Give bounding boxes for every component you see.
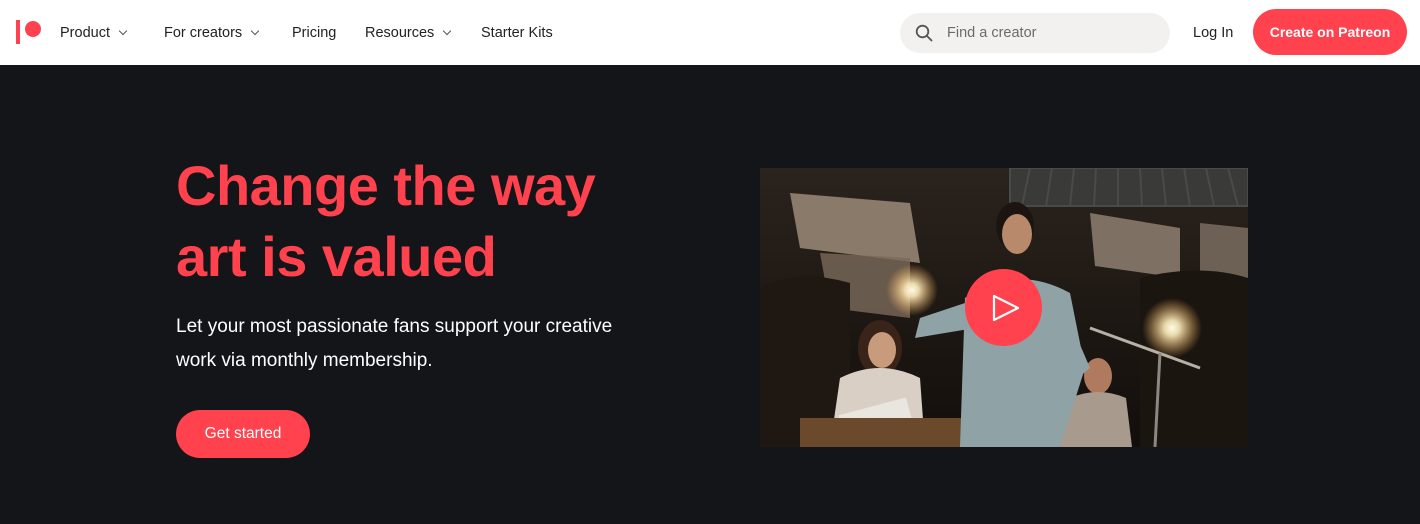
hero-subtitle-line-2: work via monthly membership. bbox=[176, 350, 433, 371]
hero-title-line-2: art is valued bbox=[176, 225, 497, 288]
chevron-down-icon bbox=[443, 26, 452, 36]
get-started-button[interactable]: Get started bbox=[176, 410, 310, 458]
patreon-logo[interactable] bbox=[16, 20, 42, 44]
nav-item-for-creators[interactable]: For creators bbox=[164, 0, 260, 65]
hero-subtitle-line-1: Let your most passionate fans support yo… bbox=[176, 316, 613, 337]
hero-subtitle: Let your most passionate fans support yo… bbox=[176, 310, 676, 378]
nav-item-product[interactable]: Product bbox=[60, 0, 128, 65]
hero-title-line-1: Change the way bbox=[176, 154, 596, 217]
video-player[interactable] bbox=[760, 168, 1248, 447]
nav-item-label: Resources bbox=[365, 24, 435, 41]
nav-item-pricing[interactable]: Pricing bbox=[292, 0, 336, 65]
search-bar[interactable] bbox=[900, 13, 1170, 53]
logo-dot bbox=[25, 21, 41, 37]
login-link[interactable]: Log In bbox=[1193, 0, 1233, 65]
nav-item-resources[interactable]: Resources bbox=[365, 0, 452, 65]
hero-title: Change the way art is valued bbox=[176, 150, 696, 292]
nav-item-label: Product bbox=[60, 24, 110, 41]
search-icon bbox=[915, 24, 933, 42]
create-on-patreon-button[interactable]: Create on Patreon bbox=[1253, 9, 1407, 55]
play-icon bbox=[992, 294, 1020, 322]
nav-item-starter-kits[interactable]: Starter Kits bbox=[481, 0, 553, 65]
chevron-down-icon bbox=[250, 26, 260, 36]
search-input[interactable] bbox=[947, 13, 1157, 53]
nav-item-label: For creators bbox=[164, 24, 243, 41]
nav-item-label: Starter Kits bbox=[481, 24, 553, 41]
chevron-down-icon bbox=[118, 26, 128, 36]
logo-bar bbox=[16, 20, 20, 44]
play-button[interactable] bbox=[965, 269, 1042, 346]
top-navbar: Product For creators Pricing Resources S… bbox=[0, 0, 1420, 65]
nav-item-label: Pricing bbox=[292, 24, 337, 41]
